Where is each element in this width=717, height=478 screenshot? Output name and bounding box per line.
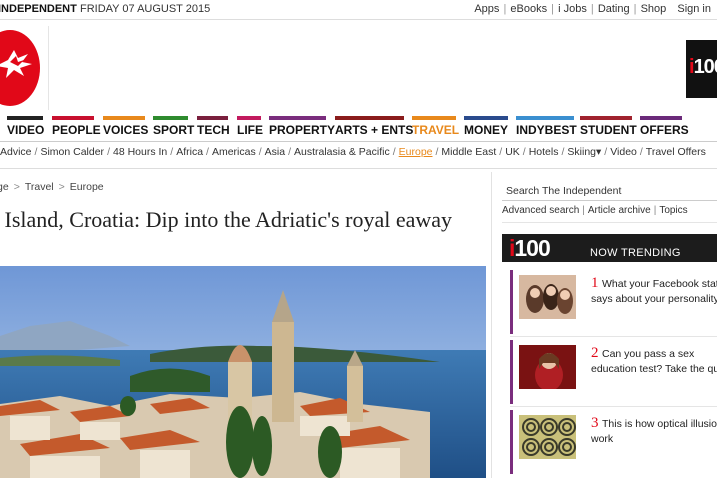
nav-voices[interactable]: VOICES: [103, 116, 148, 140]
subnav-americas[interactable]: Americas: [212, 146, 256, 158]
subnav-hotels[interactable]: Hotels: [529, 146, 559, 158]
article-hero-image[interactable]: [0, 266, 486, 478]
nav-people[interactable]: PEOPLE: [52, 116, 101, 140]
subnav-skiing[interactable]: Skiing▾: [567, 146, 601, 158]
independent-eagle-logo[interactable]: [0, 30, 40, 106]
utility-links: Apps | eBooks | i Jobs | Dating | Shop S…: [474, 3, 711, 15]
trending-title-3[interactable]: This is how optical illusions work: [591, 417, 717, 447]
subnav-australasia-pacific[interactable]: Australasia & Pacific: [294, 146, 390, 158]
ebooks-link[interactable]: eBooks: [510, 3, 547, 15]
search-links: Advanced search | Article archive | Topics: [502, 205, 688, 216]
nav-offers[interactable]: OFFERS: [640, 116, 689, 140]
article-archive-link[interactable]: Article archive: [588, 205, 651, 216]
nav-student[interactable]: STUDENT: [580, 116, 637, 140]
trending-thumb-2: [519, 345, 576, 389]
nav-property[interactable]: PROPERTY: [269, 116, 335, 140]
subnav-uk[interactable]: UK: [505, 146, 520, 158]
breadcrumb: ge>Travel>Europe: [0, 181, 104, 193]
breadcrumb-travel[interactable]: Travel: [25, 181, 54, 193]
trending-item-2[interactable]: 2 Can you pass a sex education test? Tak…: [510, 340, 717, 404]
subnav-divider: [0, 168, 717, 169]
nav-money[interactable]: MONEY: [464, 116, 508, 140]
i100-logo: i100: [509, 235, 551, 261]
site-search-input[interactable]: [502, 181, 717, 201]
ijobs-link[interactable]: i Jobs: [558, 3, 587, 15]
subnav-europe[interactable]: Europe: [399, 146, 433, 158]
now-trending-label: NOW TRENDING: [590, 247, 681, 259]
travel-subnav: Advice / Simon Calder/48 Hours In / Africa / A…: [0, 146, 706, 158]
breadcrumb-europe[interactable]: Europe: [70, 181, 104, 193]
advanced-search-link[interactable]: Advanced search: [502, 205, 579, 216]
nav-indybest[interactable]: INDYBEST: [516, 116, 577, 140]
subnav-middle-east[interactable]: Middle East: [441, 146, 496, 158]
sign-in-link[interactable]: Sign in: [677, 3, 711, 15]
masthead-divider: [48, 26, 49, 110]
subnav-simon-calder[interactable]: Simon Calder: [40, 146, 104, 158]
shop-link[interactable]: Shop: [641, 3, 667, 15]
subnav-48-hours-in[interactable]: 48 Hours In: [113, 146, 167, 158]
trending-header[interactable]: i100 NOW TRENDING: [502, 234, 717, 262]
trending-divider-1: [510, 336, 717, 337]
site-brand[interactable]: INDEPENDENT: [0, 3, 77, 15]
top-bar: INDEPENDENT FRIDAY 07 AUGUST 2015 Apps |…: [0, 0, 717, 20]
nav-travel[interactable]: TRAVEL: [412, 116, 459, 140]
trending-title-2[interactable]: Can you pass a sex education test? Take …: [591, 347, 717, 377]
trending-thumb-3: [519, 415, 576, 459]
current-date: FRIDAY 07 AUGUST 2015: [80, 3, 211, 15]
nav-sport[interactable]: SPORT: [153, 116, 194, 140]
search-divider: [502, 222, 717, 223]
subnav-video[interactable]: Video: [610, 146, 637, 158]
subnav-advice[interactable]: Advice: [0, 146, 32, 158]
breadcrumb-home[interactable]: ge: [0, 181, 9, 193]
i100-ad-box[interactable]: i100: [686, 40, 717, 98]
subnav-travel-offers[interactable]: Travel Offers: [646, 146, 706, 158]
subnav-africa[interactable]: Africa: [176, 146, 203, 158]
ad-i100-label: i100: [689, 56, 717, 78]
nav-life[interactable]: LIFE: [237, 116, 263, 140]
trending-item-3[interactable]: 3 This is how optical illusions work: [510, 410, 717, 474]
subnav-asia[interactable]: Asia: [265, 146, 285, 158]
trending-title-1[interactable]: What your Facebook status says about you…: [591, 277, 717, 307]
apps-link[interactable]: Apps: [474, 3, 499, 15]
nav-arts-ents[interactable]: ARTS + ENTS: [335, 116, 413, 140]
nav-divider: [0, 141, 717, 142]
dating-link[interactable]: Dating: [598, 3, 630, 15]
article-headline: b Island, Croatia: Dip into the Adriatic…: [0, 207, 453, 232]
nav-video[interactable]: VIDEO: [7, 116, 44, 140]
trending-item-1[interactable]: 1 What your Facebook status says about y…: [510, 270, 717, 334]
topics-link[interactable]: Topics: [659, 205, 687, 216]
eagle-icon: [0, 50, 32, 78]
nav-tech[interactable]: TECH: [197, 116, 230, 140]
trending-thumb-1: [519, 275, 576, 319]
trending-divider-2: [510, 406, 717, 407]
column-divider: [491, 172, 492, 478]
